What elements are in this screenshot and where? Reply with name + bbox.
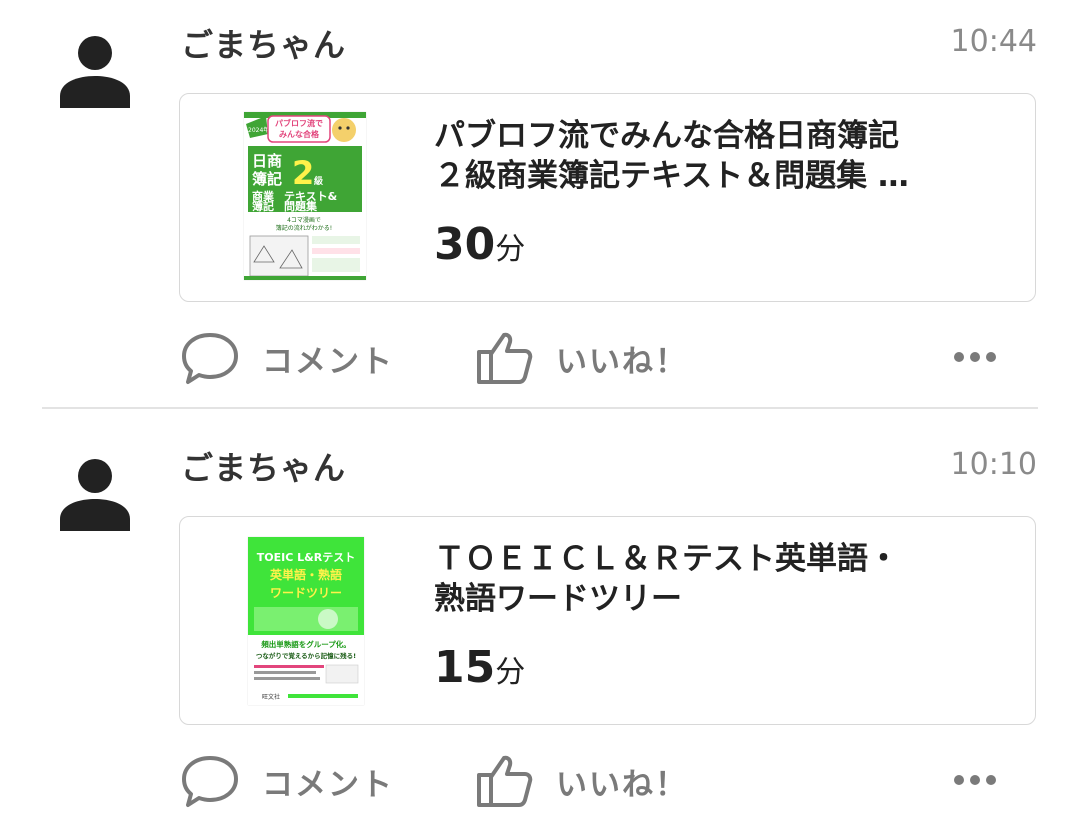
more-options-button[interactable] bbox=[952, 767, 998, 793]
svg-text:簿記: 簿記 bbox=[252, 199, 274, 213]
svg-text:TOEIC L&Rテスト: TOEIC L&Rテスト bbox=[257, 551, 355, 564]
study-duration: 30分 bbox=[434, 219, 525, 270]
book-title[interactable]: パブロフ流でみんな合格日商簿記 ２級商業簿記テキスト＆問題集 … bbox=[434, 116, 1004, 196]
feed-post: ごまちゃん 10:44 2024年度版 パブロフ流で みんな合格 日商 簿記 2… bbox=[0, 0, 1080, 410]
svg-text:パブロフ流で: パブロフ流で bbox=[275, 118, 323, 128]
svg-text:簿記: 簿記 bbox=[252, 170, 282, 188]
duration-unit: 分 bbox=[495, 232, 526, 267]
svg-text:簿記の流れがわかる!: 簿記の流れがわかる! bbox=[276, 224, 332, 232]
comment-label: コメント bbox=[262, 766, 394, 803]
svg-text:旺文社: 旺文社 bbox=[262, 693, 280, 701]
svg-text:つながりで覚えるから記憶に残る!: つながりで覚えるから記憶に残る! bbox=[256, 651, 356, 660]
svg-text:日商: 日商 bbox=[252, 152, 282, 170]
study-duration: 15分 bbox=[434, 642, 525, 693]
post-timestamp: 10:44 bbox=[950, 24, 1037, 59]
more-options-button[interactable] bbox=[952, 344, 998, 370]
book-title-line1: パブロフ流でみんな合格日商簿記 bbox=[434, 118, 899, 154]
post-divider bbox=[42, 407, 1038, 409]
avatar[interactable] bbox=[58, 34, 132, 108]
svg-text:頻出単熟語をグループ化。: 頻出単熟語をグループ化。 bbox=[261, 639, 351, 649]
post-username[interactable]: ごまちゃん bbox=[181, 443, 346, 489]
comment-button[interactable]: コメント bbox=[180, 753, 394, 809]
svg-text:4コマ漫画で: 4コマ漫画で bbox=[287, 216, 321, 224]
post-username[interactable]: ごまちゃん bbox=[181, 20, 346, 66]
person-silhouette-icon bbox=[60, 459, 130, 531]
thumbs-up-icon bbox=[477, 332, 533, 384]
like-label: いいね！ bbox=[556, 766, 688, 803]
like-label: いいね！ bbox=[556, 343, 688, 380]
book-cover-image: TOEIC L&Rテスト 英単語・熟語 ワードツリー 頻出単熟語をグループ化。 … bbox=[248, 537, 364, 705]
book-title-line1: ＴＯＥＩＣＬ＆Ｒテスト英単語・ bbox=[434, 541, 899, 577]
speech-bubble-icon bbox=[182, 756, 238, 807]
feed-post: ごまちゃん 10:10 TOEIC L&Rテスト 英単語・熟語 ワードツリー 頻… bbox=[0, 423, 1080, 831]
svg-text:みんな合格: みんな合格 bbox=[279, 129, 320, 139]
speech-bubble-icon bbox=[182, 333, 238, 384]
person-silhouette-icon bbox=[60, 36, 130, 108]
duration-value: 15 bbox=[434, 642, 496, 693]
avatar[interactable] bbox=[58, 457, 132, 531]
svg-text:英単語・熟語: 英単語・熟語 bbox=[270, 567, 342, 582]
book-title[interactable]: ＴＯＥＩＣＬ＆Ｒテスト英単語・ 熟語ワードツリー bbox=[434, 539, 1004, 619]
comment-label: コメント bbox=[262, 343, 394, 380]
like-button[interactable]: いいね！ bbox=[474, 330, 688, 386]
duration-value: 30 bbox=[434, 219, 496, 270]
svg-text:ワードツリー: ワードツリー bbox=[270, 586, 342, 600]
thumbs-up-icon bbox=[477, 755, 533, 807]
book-cover-image: 2024年度版 パブロフ流で みんな合格 日商 簿記 2 級 商業 簿記 テキス… bbox=[244, 112, 366, 280]
like-button[interactable]: いいね！ bbox=[474, 753, 688, 809]
svg-text:問題集: 問題集 bbox=[284, 199, 318, 213]
svg-text:2: 2 bbox=[292, 154, 314, 192]
duration-unit: 分 bbox=[495, 655, 526, 690]
book-title-line2: ２級商業簿記テキスト＆問題集 … bbox=[434, 158, 909, 194]
svg-text:級: 級 bbox=[314, 175, 323, 187]
post-actions: コメント いいね！ bbox=[0, 322, 1080, 392]
more-horizontal-icon bbox=[954, 775, 996, 785]
comment-button[interactable]: コメント bbox=[180, 330, 394, 386]
activity-feed: ごまちゃん 10:44 2024年度版 パブロフ流で みんな合格 日商 簿記 2… bbox=[0, 0, 1080, 831]
book-card[interactable]: TOEIC L&Rテスト 英単語・熟語 ワードツリー 頻出単熟語をグループ化。 … bbox=[179, 516, 1036, 725]
post-timestamp: 10:10 bbox=[950, 447, 1037, 482]
post-actions: コメント いいね！ bbox=[0, 745, 1080, 815]
more-horizontal-icon bbox=[954, 352, 996, 362]
book-title-line2: 熟語ワードツリー bbox=[434, 581, 682, 617]
book-card[interactable]: 2024年度版 パブロフ流で みんな合格 日商 簿記 2 級 商業 簿記 テキス… bbox=[179, 93, 1036, 302]
